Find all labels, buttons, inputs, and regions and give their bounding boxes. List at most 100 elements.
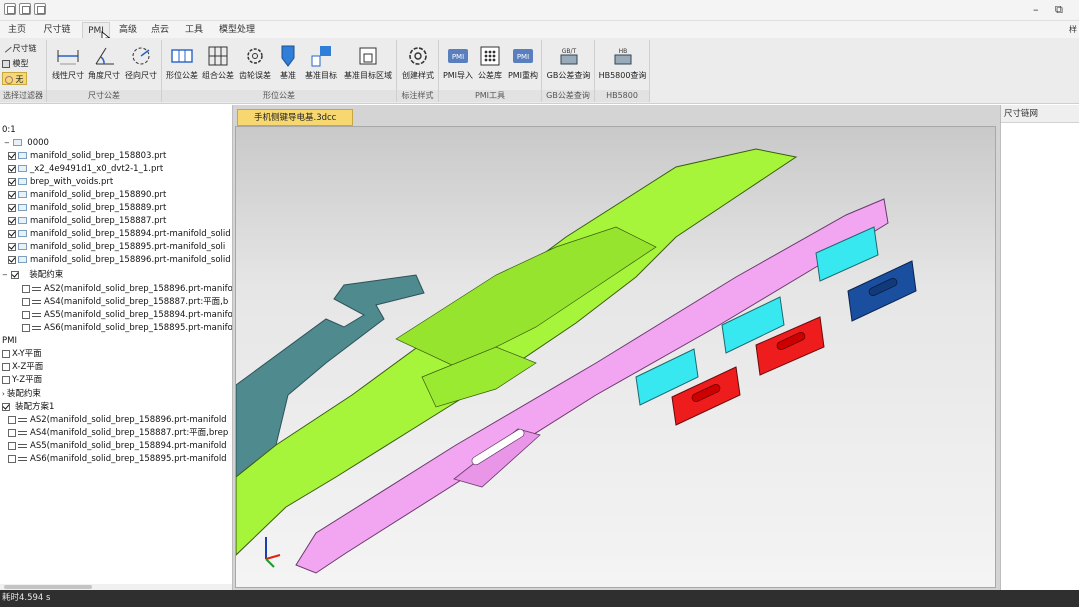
scheme-item-checkbox[interactable] bbox=[8, 454, 16, 463]
group-label: 尺寸公差 bbox=[47, 90, 161, 102]
datum-target-icon bbox=[311, 46, 331, 67]
pmi-rebuild-button[interactable]: PMI PMI重构 bbox=[505, 42, 541, 86]
tree-plane[interactable]: Y-Z平面 bbox=[2, 374, 42, 387]
expand-icon[interactable]: › bbox=[2, 390, 5, 398]
tab-tools[interactable]: 工具 bbox=[180, 22, 208, 38]
create-style-button[interactable]: 创建样式 bbox=[399, 42, 437, 86]
filter-model[interactable]: 模型 bbox=[2, 57, 29, 70]
tab-dimension-chain[interactable]: 尺寸链 bbox=[38, 22, 76, 38]
radial-dimension-button[interactable]: 径向尺寸 bbox=[122, 42, 160, 86]
gear-error-button[interactable]: 齿轮误差 bbox=[236, 42, 274, 86]
save-icon[interactable] bbox=[4, 3, 16, 15]
datum-icon bbox=[281, 45, 295, 67]
part-checkbox[interactable] bbox=[8, 255, 16, 264]
tree-constraint[interactable]: AS5(manifold_solid_brep_158894.prt-manif… bbox=[22, 309, 232, 322]
constraint-icon bbox=[32, 325, 41, 330]
tree-scheme-item[interactable]: AS4(manifold_solid_brep_158887.prt:平面,br… bbox=[8, 427, 228, 440]
part-checkbox[interactable] bbox=[8, 242, 16, 251]
plane-checkbox[interactable] bbox=[2, 362, 10, 371]
tree-pmi-constraint[interactable]: › 装配约束 bbox=[2, 388, 41, 401]
hb5800-query-button[interactable]: HB HB5800查询 bbox=[597, 42, 648, 86]
tree-part[interactable]: manifold_solid_brep_158887.prt bbox=[8, 215, 166, 228]
copy-icon[interactable] bbox=[19, 3, 31, 15]
tree-constraint[interactable]: AS2(manifold_solid_brep_158896.prt-manif… bbox=[22, 283, 232, 296]
tree-scheme-item[interactable]: AS6(manifold_solid_brep_158895.prt-manif… bbox=[8, 453, 227, 466]
linear-dimension-button[interactable]: 线性尺寸 bbox=[50, 42, 86, 86]
datum-button[interactable]: 基准 bbox=[274, 42, 302, 86]
tree-constraint[interactable]: AS4(manifold_solid_brep_158887.prt:平面,b bbox=[22, 296, 228, 309]
part-checkbox[interactable] bbox=[8, 164, 16, 173]
tree-assembly-scheme[interactable]: 装配方案1 bbox=[2, 401, 54, 414]
scrollbar-thumb[interactable] bbox=[4, 585, 92, 589]
tree-part[interactable]: manifold_solid_brep_158896.prt-manifold_… bbox=[8, 254, 231, 267]
tree-root[interactable]: 0:1 bbox=[2, 124, 16, 137]
part-checkbox[interactable] bbox=[8, 229, 16, 238]
scheme-item-checkbox[interactable] bbox=[8, 415, 16, 424]
export-icon[interactable] bbox=[34, 3, 46, 15]
filter-dimension-chain[interactable]: 尺寸链 bbox=[0, 41, 37, 55]
group-label: 形位公差 bbox=[162, 90, 396, 102]
part-checkbox[interactable] bbox=[8, 203, 16, 212]
gbt-standard-icon: GB/T bbox=[560, 48, 577, 65]
angle-dimension-button[interactable]: 角度尺寸 bbox=[86, 42, 122, 86]
tree-scheme-item[interactable]: AS2(manifold_solid_brep_158896.prt-manif… bbox=[8, 414, 227, 427]
plane-checkbox[interactable] bbox=[2, 349, 10, 358]
datum-target-button[interactable]: 基准目标 bbox=[302, 42, 340, 86]
part-checkbox[interactable] bbox=[8, 177, 16, 186]
part-icon bbox=[18, 230, 27, 237]
tree-plane[interactable]: X-Z平面 bbox=[2, 361, 43, 374]
3d-viewport[interactable] bbox=[235, 126, 996, 588]
part-checkbox[interactable] bbox=[8, 216, 16, 225]
group-label: GB公差查询 bbox=[542, 90, 594, 102]
gb-tolerance-query-button[interactable]: GB/T GB公差查询 bbox=[544, 42, 593, 86]
constraint-checkbox[interactable] bbox=[22, 297, 30, 306]
restore-icon[interactable]: ⧉ bbox=[1055, 3, 1063, 17]
tree-part[interactable]: manifold_solid_brep_158889.prt bbox=[8, 202, 166, 215]
tree-part[interactable]: manifold_solid_brep_158890.prt bbox=[8, 189, 166, 202]
collapse-icon[interactable]: − bbox=[2, 271, 8, 279]
document-tab[interactable]: 手机侧键导电基.3dcc bbox=[237, 109, 354, 126]
group-annotation-style: 创建样式 标注样式 bbox=[397, 40, 439, 102]
group-pmi-tools: PMI PMI导入 公差库 PMI PMI重构 PMI工具 bbox=[439, 40, 542, 102]
tab-point-cloud[interactable]: 点云 bbox=[146, 22, 174, 38]
tolerance-library-button[interactable]: 公差库 bbox=[475, 42, 505, 86]
tree-constraint[interactable]: AS6(manifold_solid_brep_158895.prt-manif… bbox=[22, 322, 232, 335]
tree-part[interactable]: manifold_solid_brep_158895.prt-manifold_… bbox=[8, 241, 225, 254]
datum-target-region-button[interactable]: 基准目标区域 bbox=[340, 42, 396, 86]
constraint-checkbox[interactable] bbox=[22, 310, 30, 319]
part-icon bbox=[18, 243, 27, 250]
composite-tolerance-button[interactable]: 组合公差 bbox=[200, 42, 236, 86]
scheme-item-checkbox[interactable] bbox=[8, 441, 16, 450]
tree-part[interactable]: manifold_solid_brep_158894.prt-manifold_… bbox=[8, 228, 231, 241]
panel-title: 尺寸链网 bbox=[1001, 105, 1079, 123]
tree-scheme-item[interactable]: AS5(manifold_solid_brep_158894.prt-manif… bbox=[8, 440, 227, 453]
tree-part[interactable]: _x2_4e9491d1_x0_dvt2-1_1.prt bbox=[8, 163, 163, 176]
tab-model-processing[interactable]: 模型处理 bbox=[214, 22, 260, 38]
part-checkbox[interactable] bbox=[8, 151, 16, 160]
status-bar: 耗时4.594 s bbox=[0, 590, 1079, 607]
part-icon bbox=[18, 152, 27, 159]
tree-pmi-root[interactable]: PMI bbox=[2, 335, 17, 348]
group-checkbox[interactable] bbox=[10, 270, 19, 279]
part-checkbox[interactable] bbox=[8, 190, 16, 199]
tree-part[interactable]: brep_with_voids.prt bbox=[8, 176, 113, 189]
tree-plane[interactable]: X-Y平面 bbox=[2, 348, 42, 361]
scheme-item-checkbox[interactable] bbox=[8, 428, 16, 437]
filter-none[interactable]: 无 bbox=[2, 72, 27, 85]
collapse-icon[interactable]: − bbox=[4, 139, 10, 147]
minimize-icon[interactable]: – bbox=[1033, 3, 1039, 16]
tab-home[interactable]: 主页 bbox=[2, 22, 32, 38]
tree-part[interactable]: manifold_solid_brep_158803.prt bbox=[8, 150, 166, 163]
part-icon bbox=[18, 178, 27, 185]
group-label: 选择过滤器 bbox=[0, 90, 46, 102]
scheme-checkbox[interactable] bbox=[2, 402, 10, 411]
plane-checkbox[interactable] bbox=[2, 375, 10, 384]
tree-constraint-group[interactable]: − 装配约束 bbox=[2, 269, 63, 282]
constraint-checkbox[interactable] bbox=[22, 323, 30, 332]
constraint-checkbox[interactable] bbox=[22, 284, 30, 293]
tree-assembly[interactable]: − 0000 bbox=[4, 137, 49, 150]
svg-text:PMI: PMI bbox=[517, 53, 529, 61]
tab-advanced[interactable]: 高级 bbox=[114, 22, 142, 38]
pmi-import-button[interactable]: PMI PMI导入 bbox=[441, 42, 475, 86]
form-position-tolerance-button[interactable]: 形位公差 bbox=[164, 42, 200, 86]
